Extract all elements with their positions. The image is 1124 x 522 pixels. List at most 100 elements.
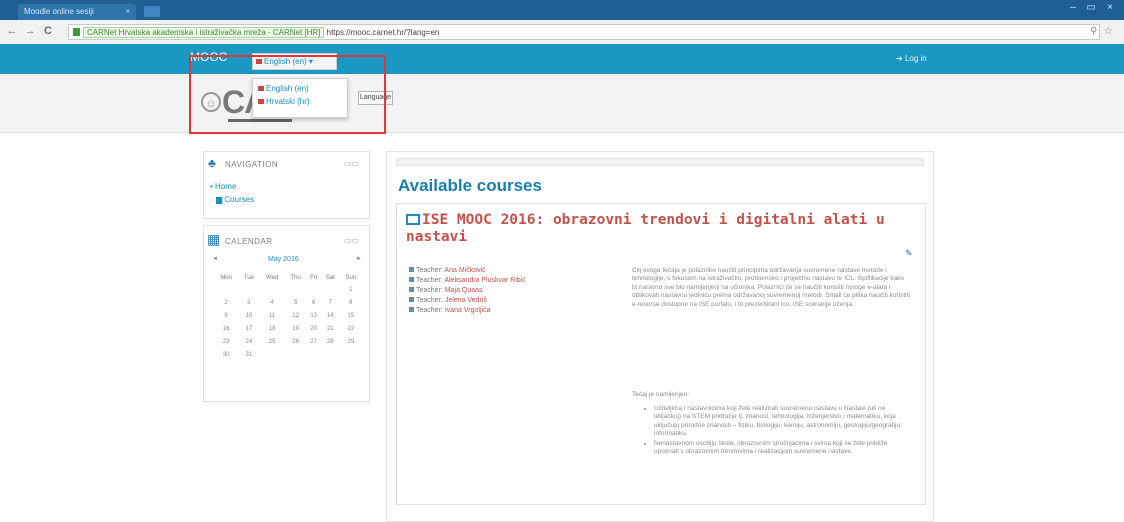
calendar-day: 19: [292, 325, 299, 332]
weekday-label: Mon: [220, 274, 232, 281]
calendar-day: 18: [268, 325, 276, 332]
page-title: Available courses: [398, 176, 542, 195]
folder-icon: ▆: [216, 195, 223, 204]
url-path: /?lang=en: [404, 28, 440, 37]
language-option-hr[interactable]: Hrvatski (hr): [258, 97, 310, 106]
calendar-day: 17: [245, 325, 253, 332]
calendar-day: 23: [222, 338, 230, 345]
calendar-day: 13: [310, 312, 317, 319]
collapse-icon[interactable]: ▭▭: [344, 159, 359, 168]
teacher-label: Teacher:: [416, 267, 443, 274]
sitemap-icon: ♣: [208, 156, 216, 170]
teacher-name-link[interactable]: Ana Mičković: [444, 267, 485, 274]
main-top-bar: [396, 158, 924, 166]
calendar-title: CALENDAR: [225, 237, 273, 246]
calendar-day: 15: [347, 312, 355, 319]
login-link[interactable]: ➜ Log in: [896, 54, 927, 63]
nav-item-home[interactable]: • Home: [210, 182, 236, 191]
calendar-day: [285, 348, 307, 361]
collapse-icon[interactable]: ▭▭: [344, 236, 359, 245]
calendar-day: 2: [224, 299, 228, 306]
calendar-day: [214, 283, 238, 296]
teacher-item: Teacher: Ana Mičković: [409, 267, 486, 274]
edit-icon[interactable]: ✎: [905, 248, 913, 259]
language-button-label: English (en) ▾: [264, 57, 313, 66]
forward-button[interactable]: →: [24, 25, 36, 37]
calendar-day: 1: [349, 286, 353, 293]
language-tooltip: Language: [358, 91, 393, 105]
teacher-name-link[interactable]: Maja Quaas: [445, 287, 483, 294]
weekday-label: Wed: [265, 274, 279, 281]
teacher-item: Teacher: Jelena Vedriš: [409, 297, 487, 304]
teacher-item: Teacher: Aleksandra Pluskvar Ribić: [409, 277, 526, 284]
course-title-link[interactable]: ISE MOOC 2016: obrazovni trendovi i digi…: [406, 212, 906, 246]
calendar-day: 6: [311, 299, 316, 306]
calendar-day: [259, 348, 284, 361]
close-window-button[interactable]: ×: [1103, 2, 1117, 13]
bullet-icon: •: [210, 182, 213, 191]
course-card: [396, 203, 926, 505]
teacher-item: Teacher: Ivana Vrgoljića: [409, 307, 490, 314]
teacher-name-link[interactable]: Jelena Vedriš: [445, 297, 487, 304]
calendar-day: 22: [347, 325, 355, 332]
flag-icon: [258, 86, 264, 91]
calendar-day: [285, 283, 307, 296]
calendar-day: 10: [245, 312, 253, 319]
url-input[interactable]: CARNet Hrvatska akademska i istraživačka…: [68, 24, 1100, 40]
calendar-day: 29: [347, 338, 355, 345]
teacher-label: Teacher:: [416, 307, 443, 314]
language-option-label: Hrvatski (hr): [266, 97, 310, 106]
weekday-label: Sat: [325, 274, 335, 281]
teacher-label: Teacher:: [416, 287, 443, 294]
calendar-day: 7: [328, 299, 332, 306]
brand-link[interactable]: MOOC: [190, 50, 227, 64]
calendar-day: 25: [268, 338, 276, 345]
tab-title: Moodle online sesiji: [24, 7, 94, 16]
back-button[interactable]: ←: [6, 25, 18, 37]
next-month-button[interactable]: ►: [356, 256, 362, 262]
calendar-day: [340, 348, 362, 361]
calendar-icon: ▦: [207, 231, 221, 247]
teacher-icon: [409, 287, 414, 292]
weekday-label: Thu: [290, 274, 301, 281]
star-icon[interactable]: ☆: [1104, 26, 1113, 37]
url-host: mooc.carnet.hr: [350, 28, 404, 37]
new-tab-button[interactable]: [144, 6, 160, 17]
calendar-day: 12: [292, 312, 299, 319]
language-menu-button[interactable]: English (en) ▾: [252, 53, 337, 70]
page-header: [0, 74, 1124, 133]
calendar-day: [306, 348, 321, 361]
teacher-name-link[interactable]: Aleksandra Pluskvar Ribić: [444, 277, 525, 284]
reload-button[interactable]: C: [42, 25, 54, 37]
calendar-day: 31: [245, 351, 253, 358]
zoom-icon[interactable]: ⚲: [1090, 26, 1097, 37]
teacher-name-link[interactable]: Ivana Vrgoljića: [445, 307, 491, 314]
browser-tab[interactable]: Moodle online sesiji ×: [18, 4, 136, 20]
calendar-day: 4: [270, 299, 274, 306]
prev-month-button[interactable]: ◄: [212, 256, 218, 262]
certificate-label[interactable]: CARNet Hrvatska akademska i istraživačka…: [83, 27, 325, 38]
course-title-text: ISE MOOC 2016: obrazovni trendovi i digi…: [406, 212, 885, 245]
weekday-label: Sun: [345, 274, 357, 281]
course-summary-intro: Tečaj je namijenjen:: [632, 391, 690, 398]
login-icon: ➜: [896, 54, 903, 63]
logo-icon: ☺: [201, 92, 221, 112]
tab-close-icon[interactable]: ×: [125, 4, 130, 20]
flag-icon: [258, 99, 264, 104]
teacher-label: Teacher:: [416, 277, 443, 284]
logo-underline: [228, 119, 292, 122]
navigation-title: NAVIGATION: [225, 160, 279, 169]
calendar-day: 30: [222, 351, 230, 358]
calendar-day: 5: [293, 299, 298, 306]
calendar-day: 28: [326, 338, 334, 345]
list-item: Učiteljima i nastavnicima koji žele real…: [654, 405, 902, 439]
language-option-en[interactable]: English (en): [258, 84, 309, 93]
nav-item-courses[interactable]: ▆ Courses: [216, 195, 254, 204]
calendar-day: 16: [222, 325, 230, 332]
teacher-icon: [409, 277, 414, 282]
calendar-month[interactable]: May 2016: [268, 256, 299, 263]
maximize-button[interactable]: ▭: [1084, 2, 1098, 13]
calendar-day: [238, 283, 259, 296]
lock-icon: [73, 28, 80, 36]
minimize-button[interactable]: –: [1066, 2, 1080, 13]
